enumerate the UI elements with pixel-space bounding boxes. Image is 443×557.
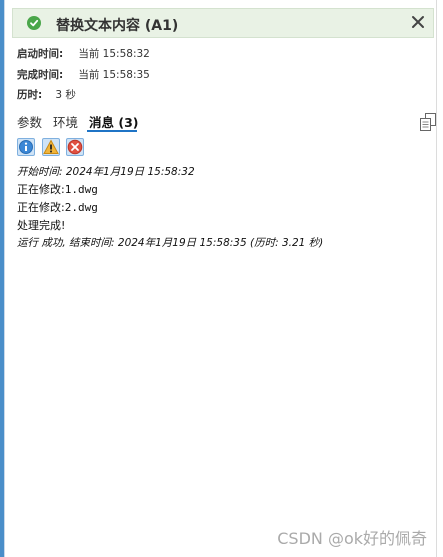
duration-value: 3 秒 — [55, 89, 76, 101]
tool-title: 替换文本内容 (A1) — [56, 18, 179, 34]
modify-prefix: 正在修改: — [17, 201, 65, 214]
finish-time-row: 完成时间: 当前 15:58:35 — [17, 67, 150, 82]
warning-icon — [43, 139, 59, 154]
info-icon — [19, 140, 33, 154]
warning-filter-button[interactable] — [42, 138, 60, 156]
start-time-message: 开始时间: 2024年1月19日 15:58:32 — [17, 166, 195, 178]
modify-message-1: 正在修改:1.dwg — [17, 181, 98, 197]
error-icon — [67, 139, 83, 155]
start-time-value: 当前 15:58:32 — [78, 48, 150, 60]
modify-message-2: 正在修改:2.dwg — [17, 199, 98, 215]
modified-file-name: 1.dwg — [64, 183, 98, 196]
duration-row: 历时: 3 秒 — [17, 87, 76, 102]
start-time-row: 启动时间: 当前 15:58:32 — [17, 46, 150, 61]
watermark: CSDN @ok好的佩奇 — [277, 529, 427, 548]
tab-messages[interactable]: 消息 (3) — [89, 112, 138, 131]
panel-left-border-inner — [4, 0, 5, 557]
close-icon[interactable] — [409, 13, 427, 31]
end-message: 运行 成功, 结束时间: 2024年1月19日 15:58:35 (历时: 3.… — [17, 237, 324, 249]
panel-right-border — [436, 0, 437, 557]
complete-message: 处理完成! — [17, 219, 66, 232]
info-filter-button[interactable] — [17, 138, 35, 156]
finish-time-value: 当前 15:58:35 — [78, 69, 150, 81]
active-tab-underline — [87, 130, 137, 132]
status-header: 替换文本内容 (A1) — [12, 8, 434, 38]
tab-parameters[interactable]: 参数 — [17, 112, 42, 131]
copy-icon[interactable] — [420, 113, 436, 131]
error-filter-button[interactable] — [66, 138, 84, 156]
duration-label: 历时: — [17, 89, 43, 101]
modify-prefix: 正在修改: — [17, 183, 65, 196]
tab-environment[interactable]: 环境 — [53, 112, 78, 131]
check-circle-icon — [27, 16, 41, 30]
modified-file-name: 2.dwg — [64, 201, 98, 214]
finish-time-label: 完成时间: — [17, 69, 64, 81]
start-time-label: 启动时间: — [17, 48, 64, 60]
